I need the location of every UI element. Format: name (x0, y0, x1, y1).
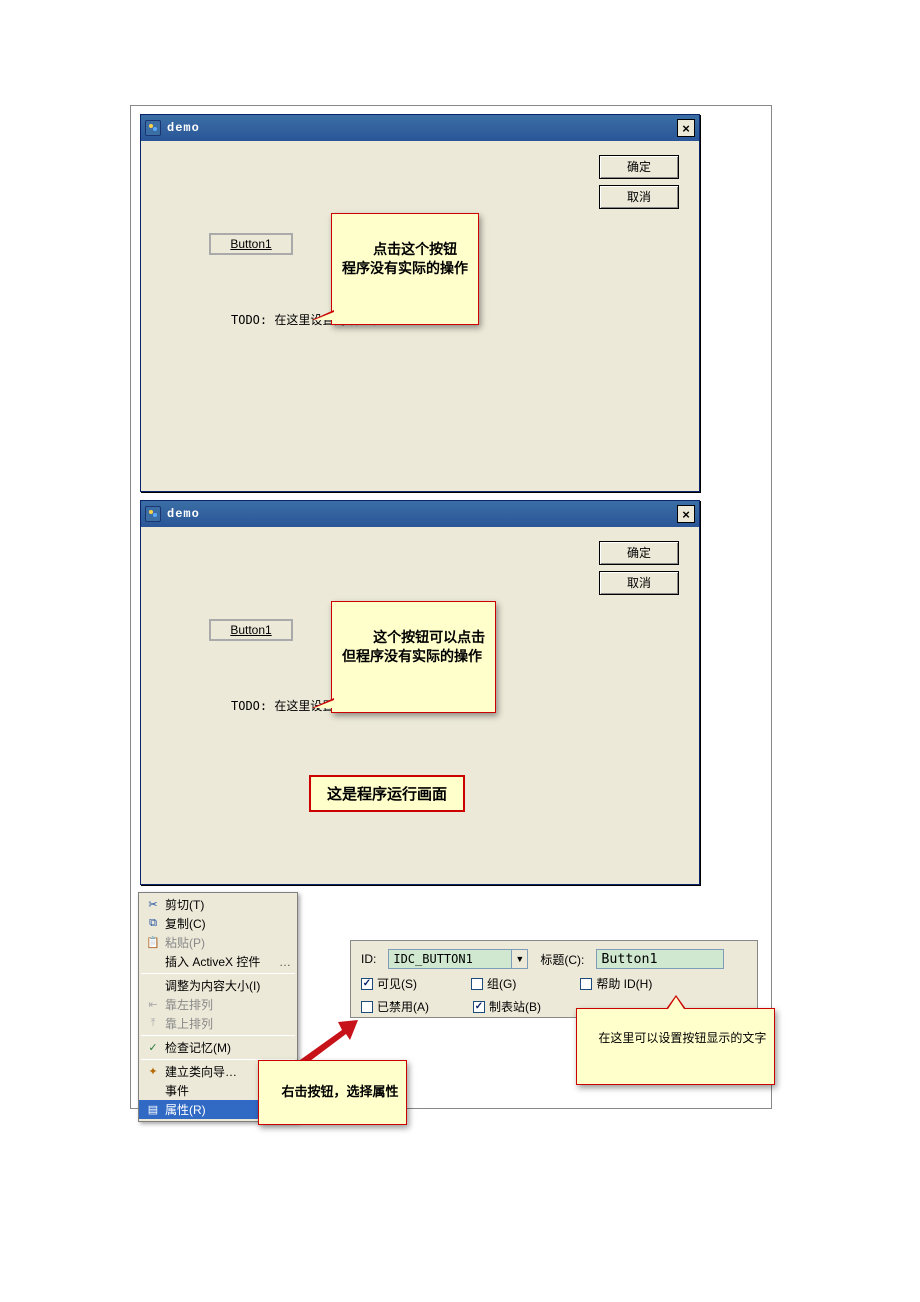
checkbox-tabstop-label: 制表站(B) (489, 998, 541, 1015)
callout-caption-hint: 在这里可以设置按钮显示的文字 (576, 1008, 775, 1085)
callout-arrow-icon (312, 698, 334, 708)
close-icon[interactable]: × (677, 119, 695, 137)
callout-text: 右击按钮，选择属性 (281, 1084, 398, 1099)
prop-id-value: IDC_BUTTON1 (389, 952, 511, 966)
app-icon (145, 506, 161, 522)
close-icon[interactable]: × (677, 505, 695, 523)
menu-insert-activex[interactable]: 插入 ActiveX 控件 … (139, 952, 297, 971)
button1-design[interactable]: Button1 (209, 233, 293, 255)
paste-icon: 📋 (145, 935, 161, 951)
dialog-demo-runtime: demo × 确定 取消 Button1 TODO: 在这里设置对话控制。 这个… (140, 500, 700, 885)
scissors-icon: ✂ (145, 897, 161, 913)
menu-size-to-content-label: 调整为内容大小(I) (165, 977, 291, 994)
menu-size-to-content[interactable]: 调整为内容大小(I) (139, 976, 297, 995)
ellipsis-icon: … (279, 955, 291, 969)
titlebar[interactable]: demo × (141, 501, 699, 527)
properties-icon: ▤ (145, 1102, 161, 1118)
checkbox-helpid-label: 帮助 ID(H) (596, 975, 652, 992)
callout-text: 点击这个按钮 程序没有实际的操作 (342, 241, 468, 277)
ok-button[interactable]: 确定 (599, 541, 679, 565)
checkbox-icon (471, 978, 483, 990)
checkbox-disabled-label: 已禁用(A) (377, 998, 429, 1015)
menu-cut-label: 剪切(T) (165, 896, 291, 913)
window-title: demo (167, 121, 677, 135)
prop-caption-input[interactable] (596, 949, 724, 969)
callout-arrow-icon (666, 995, 686, 1009)
button1-runtime[interactable]: Button1 (209, 619, 293, 641)
prop-id-combo[interactable]: IDC_BUTTON1 ▼ (388, 949, 528, 969)
prop-row-id: ID: IDC_BUTTON1 ▼ 标题(C): (361, 949, 747, 969)
align-left-icon: ⇤ (145, 997, 161, 1013)
page: demo × 确定 取消 Button1 TODO: 在这里设置对话控制。 点击… (0, 0, 920, 1302)
dialog-body: 确定 取消 Button1 TODO: 在这里设置对话控制。 这个按钮可以点击 … (141, 527, 699, 884)
menu-align-left: ⇤ 靠左排列 (139, 995, 297, 1014)
menu-align-left-label: 靠左排列 (165, 996, 291, 1013)
prop-id-label: ID: (361, 952, 376, 966)
window-title: demo (167, 507, 677, 521)
callout-design: 点击这个按钮 程序没有实际的操作 (331, 213, 479, 325)
runtime-caption: 这是程序运行画面 (309, 775, 465, 812)
checkbox-icon (473, 1001, 485, 1013)
callout-text: 在这里可以设置按钮显示的文字 (598, 1031, 766, 1045)
menu-check-mnemonics[interactable]: ✓ 检查记忆(M) (139, 1038, 297, 1057)
callout-right-click: 右击按钮，选择属性 (258, 1060, 407, 1125)
checkbox-tabstop[interactable]: 制表站(B) (473, 998, 541, 1015)
callout-arrow-icon (312, 310, 334, 320)
checkbox-icon (361, 1001, 373, 1013)
prop-row-checks-1: 可见(S) 组(G) 帮助 ID(H) (361, 975, 747, 992)
titlebar[interactable]: demo × (141, 115, 699, 141)
cancel-button[interactable]: 取消 (599, 571, 679, 595)
dialog-demo-design: demo × 确定 取消 Button1 TODO: 在这里设置对话控制。 点击… (140, 114, 700, 492)
dialog-body: 确定 取消 Button1 TODO: 在这里设置对话控制。 点击这个按钮 程序… (141, 141, 699, 491)
menu-align-top-label: 靠上排列 (165, 1015, 291, 1032)
checkbox-disabled[interactable]: 已禁用(A) (361, 998, 429, 1015)
properties-panel: ID: IDC_BUTTON1 ▼ 标题(C): 可见(S) 组(G) 帮助 I… (350, 940, 758, 1018)
menu-cut[interactable]: ✂ 剪切(T) (139, 895, 297, 914)
menu-paste: 📋 粘贴(P) (139, 933, 297, 952)
app-icon (145, 120, 161, 136)
menu-align-top: ⤒ 靠上排列 (139, 1014, 297, 1033)
class-wizard-icon: ✦ (145, 1064, 161, 1080)
menu-copy-label: 复制(C) (165, 915, 291, 932)
menu-paste-label: 粘贴(P) (165, 934, 291, 951)
menu-insert-activex-label: 插入 ActiveX 控件 (165, 953, 279, 970)
menu-separator (141, 1035, 295, 1036)
blank-icon (145, 954, 161, 970)
blank-icon (145, 1083, 161, 1099)
checkbox-group-label: 组(G) (487, 975, 516, 992)
checkbox-icon (361, 978, 373, 990)
ok-button[interactable]: 确定 (599, 155, 679, 179)
checkbox-help-id[interactable]: 帮助 ID(H) (580, 975, 652, 992)
checkbox-group[interactable]: 组(G) (471, 975, 516, 992)
checkbox-visible[interactable]: 可见(S) (361, 975, 417, 992)
menu-check-mnemonics-label: 检查记忆(M) (165, 1039, 291, 1056)
checkbox-visible-label: 可见(S) (377, 975, 417, 992)
button1-label: Button1 (230, 237, 271, 251)
prop-caption-label: 标题(C): (540, 951, 584, 968)
callout-text: 这个按钮可以点击 但程序没有实际的操作 (342, 629, 485, 665)
align-top-icon: ⤒ (145, 1016, 161, 1032)
check-mnemonics-icon: ✓ (145, 1040, 161, 1056)
cancel-button[interactable]: 取消 (599, 185, 679, 209)
checkbox-icon (580, 978, 592, 990)
button1-label: Button1 (230, 623, 271, 637)
chevron-down-icon[interactable]: ▼ (511, 950, 527, 968)
menu-separator (141, 973, 295, 974)
copy-icon: ⧉ (145, 916, 161, 932)
callout-runtime: 这个按钮可以点击 但程序没有实际的操作 (331, 601, 496, 713)
menu-copy[interactable]: ⧉ 复制(C) (139, 914, 297, 933)
blank-icon (145, 978, 161, 994)
